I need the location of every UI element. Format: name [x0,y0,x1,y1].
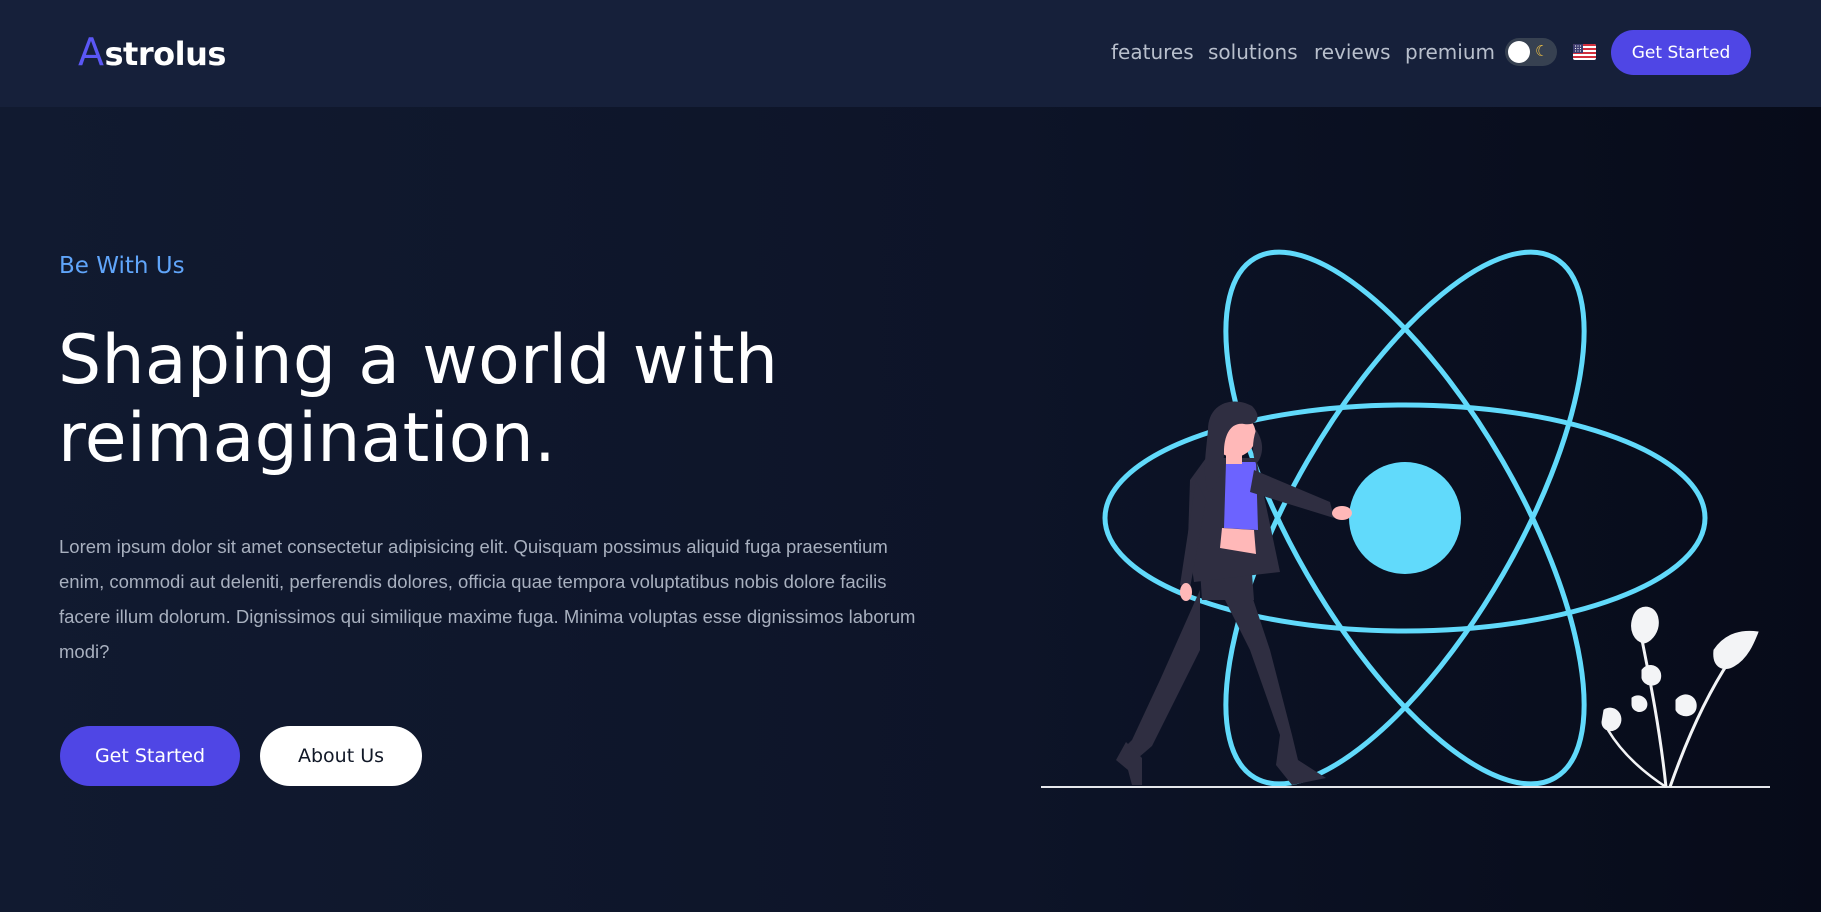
nav-link-premium[interactable]: premium [1405,40,1495,64]
us-flag-icon[interactable] [1573,44,1596,60]
hero-get-started-button[interactable]: Get Started [60,726,240,786]
atom-nucleus [1349,462,1461,574]
nav-link-solutions[interactable]: solutions [1208,40,1298,64]
plant-icon [1601,606,1759,789]
hero-headline: Shaping a world with reimagination. [58,322,858,478]
hero-eyebrow: Be With Us [59,253,185,279]
hero-description: Lorem ipsum dolor sit amet consectetur a… [59,536,916,662]
headline-line-2: reimagination. [58,399,556,478]
toggle-knob [1508,41,1530,63]
landing-page: Astrolus features solutions reviews prem… [0,0,1821,912]
woman-touching-atom-illustration [1030,230,1790,800]
logo-text: strolus [104,35,227,73]
logo-letter: A [78,30,104,74]
headline-line-1: Shaping a world with [58,321,779,400]
site-header: Astrolus features solutions reviews prem… [0,0,1821,107]
nav-link-reviews[interactable]: reviews [1314,40,1391,64]
brand-logo[interactable]: Astrolus [78,30,226,74]
about-us-button[interactable]: About Us [260,726,422,786]
theme-toggle[interactable]: ☾ [1505,38,1557,66]
moon-icon: ☾ [1535,43,1549,60]
nav-link-features[interactable]: features [1111,40,1194,64]
header-get-started-button[interactable]: Get Started [1611,30,1751,75]
